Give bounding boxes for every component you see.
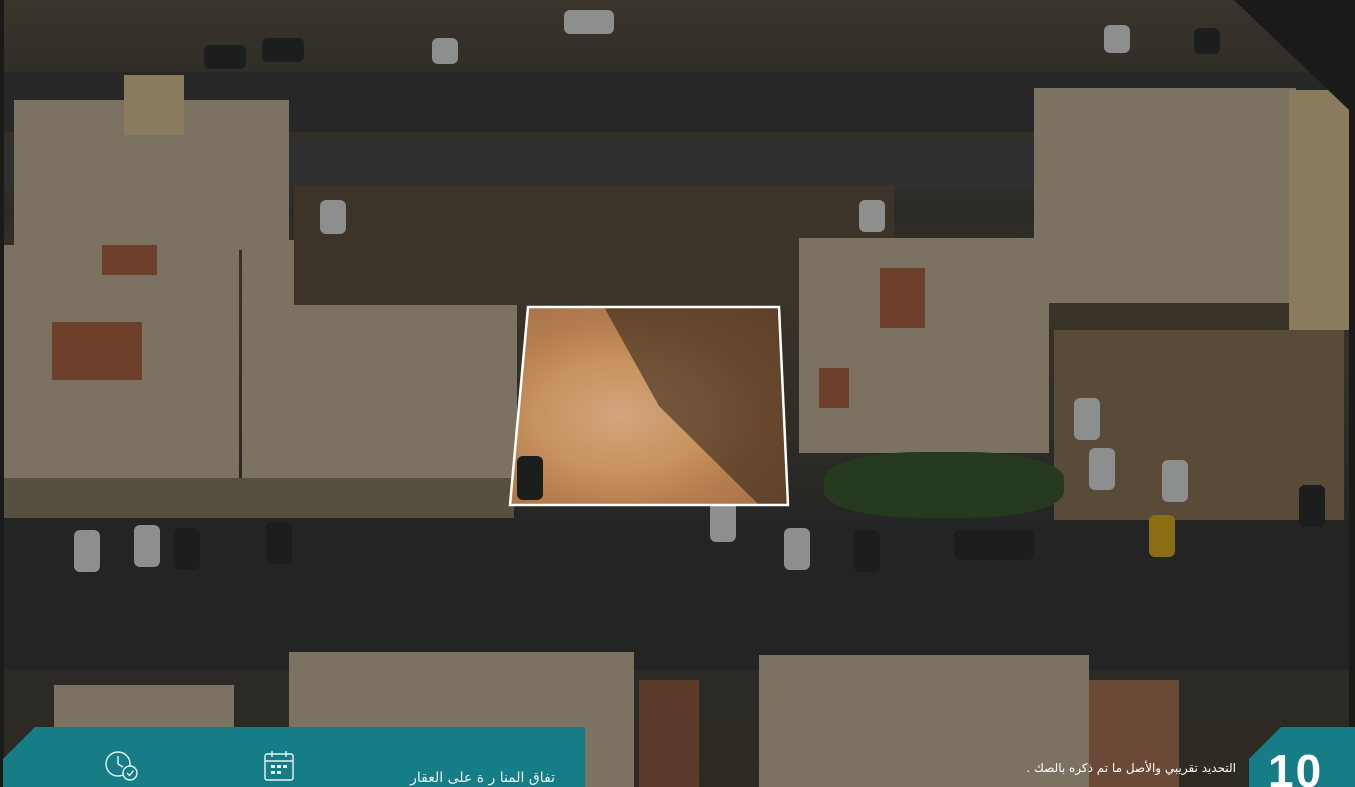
plot-outline — [508, 305, 790, 507]
tree — [824, 452, 1064, 518]
wall — [4, 478, 514, 518]
roof — [819, 368, 849, 408]
car — [954, 530, 1034, 560]
building — [639, 680, 699, 787]
car — [74, 530, 100, 572]
clock-check-icon — [105, 751, 138, 781]
car — [1089, 448, 1115, 490]
slide: تفاق المنا ر ة على العقار التحديد تقريبي… — [0, 0, 1355, 787]
car — [266, 522, 292, 564]
calendar-icon — [264, 751, 294, 781]
car — [204, 45, 246, 69]
building — [1034, 88, 1296, 303]
car — [320, 200, 346, 234]
car — [1299, 485, 1325, 527]
roof — [102, 245, 157, 275]
info-panel-text: تفاق المنا ر ة على العقار — [410, 770, 555, 786]
car — [1074, 398, 1100, 440]
car — [564, 10, 614, 34]
car — [1194, 28, 1220, 54]
roof — [880, 268, 925, 328]
car — [1149, 515, 1175, 557]
location-disclaimer: التحديد تقريبي والأصل ما تم ذكره بالصك . — [1026, 761, 1236, 775]
car — [262, 38, 304, 62]
car — [1104, 25, 1130, 53]
car — [174, 528, 200, 570]
car — [432, 38, 458, 64]
car — [1162, 460, 1188, 502]
car — [134, 525, 160, 567]
car — [784, 528, 810, 570]
car — [854, 530, 880, 572]
page-number: 10 — [1268, 745, 1324, 787]
building — [1289, 90, 1349, 330]
car — [859, 200, 885, 232]
roof — [52, 322, 142, 380]
building — [124, 75, 184, 135]
bottom-road — [4, 520, 1349, 670]
